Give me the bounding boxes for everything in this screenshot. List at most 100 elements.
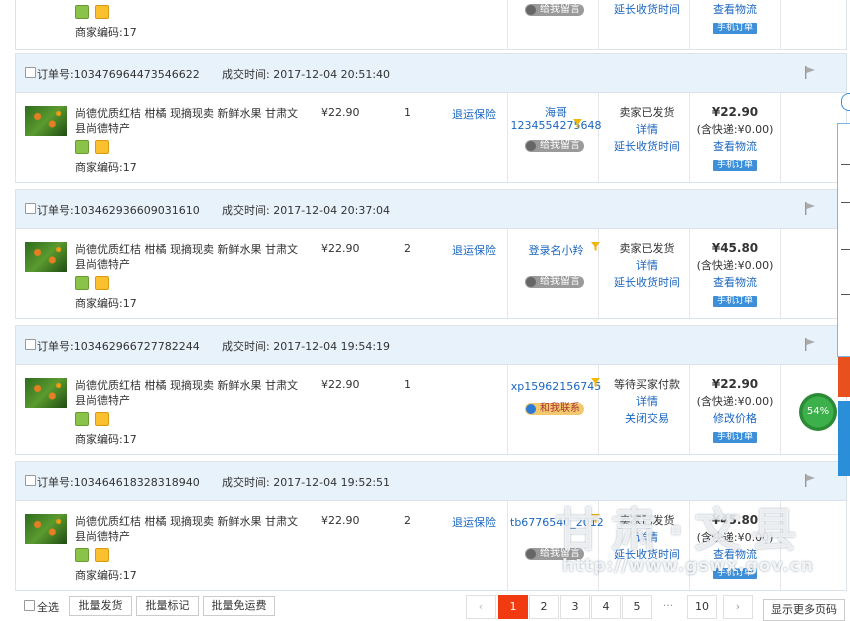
- flag-icon[interactable]: [804, 202, 816, 215]
- return-insurance-link[interactable]: 退运保险: [452, 242, 496, 258]
- buyer-name-link[interactable]: xp15962156745: [510, 380, 602, 393]
- details-link[interactable]: 详情: [636, 259, 658, 272]
- close-trade-link[interactable]: 关闭交易: [625, 412, 669, 425]
- page-button[interactable]: 4: [591, 595, 621, 619]
- order-body: 商家编码:17 给我留言 延长收货时间 查看物流 手机订单: [16, 0, 846, 49]
- buyer-name-link[interactable]: 海哥1234554275648: [510, 106, 602, 132]
- return-insurance-link[interactable]: 退运保险: [452, 514, 496, 530]
- message-icon: [526, 404, 536, 414]
- page-button[interactable]: 2: [529, 595, 559, 619]
- order-checkbox[interactable]: [25, 339, 36, 350]
- merchant-code: 商家编码:17: [75, 433, 137, 446]
- extend-receipt-link[interactable]: 延长收货时间: [614, 140, 680, 153]
- side-toggle-icon[interactable]: [841, 93, 850, 111]
- quality-badge-icon: [75, 140, 89, 154]
- product-title[interactable]: 尚德优质红桔 柑橘 现摘现卖 新鲜水果 甘肃文县尚德特产: [75, 378, 307, 408]
- page-button[interactable]: 1: [498, 595, 528, 619]
- quantity: 1: [404, 106, 411, 119]
- page-button[interactable]: 10: [687, 595, 717, 619]
- modify-price-link[interactable]: 修改价格: [713, 412, 757, 425]
- order-checkbox[interactable]: [25, 67, 36, 78]
- filter-icon[interactable]: [591, 378, 600, 387]
- order-checkbox[interactable]: [25, 475, 36, 486]
- deal-time: 成交时间: 2017-12-04 20:51:40: [222, 68, 391, 81]
- order-card: 订单号:103462936609031610 成交时间: 2017-12-04 …: [15, 189, 847, 319]
- prev-page-button[interactable]: ‹: [466, 595, 496, 619]
- watermark-text: 甘肃·文县: [555, 503, 807, 557]
- deal-time: 成交时间: 2017-12-04 19:52:51: [222, 476, 391, 489]
- promo-badge-icon: [95, 412, 109, 426]
- merchant-code: 商家编码:17: [75, 297, 137, 310]
- quality-badge-icon: [75, 412, 89, 426]
- batch-mark-button[interactable]: 批量标记: [136, 596, 199, 616]
- promo-badge-icon: [95, 140, 109, 154]
- unit-price: ¥22.90: [321, 106, 360, 119]
- manual-order-button[interactable]: 手机订单: [712, 432, 757, 443]
- page-button[interactable]: 3: [560, 595, 590, 619]
- leave-message-button[interactable]: 给我留言: [525, 276, 584, 288]
- page-button[interactable]: 5: [622, 595, 652, 619]
- order-body: 尚德优质红桔 柑橘 现摘现卖 新鲜水果 甘肃文县尚德特产 商家编码:17 ¥22…: [16, 93, 846, 182]
- manual-order-button[interactable]: 手机订单: [712, 296, 757, 307]
- contact-me-button[interactable]: 和我联系: [525, 403, 584, 415]
- extend-receipt-link[interactable]: 延长收货时间: [614, 276, 680, 289]
- total-price: ¥22.90: [711, 377, 759, 391]
- shipping-note: (含快递:¥0.00): [696, 259, 774, 272]
- leave-message-button[interactable]: 给我留言: [525, 4, 584, 16]
- details-link[interactable]: 详情: [636, 395, 658, 408]
- batch-ship-button[interactable]: 批量发货: [69, 596, 132, 616]
- show-more-pages-button[interactable]: 显示更多页码: [763, 599, 845, 621]
- buyer-name-link[interactable]: 登录名小羚: [510, 244, 602, 257]
- next-page-button[interactable]: ›: [723, 595, 753, 619]
- order-header: 订单号:103462966727782244 成交时间: 2017-12-04 …: [16, 326, 846, 365]
- product-title[interactable]: 尚德优质红桔 柑橘 现摘现卖 新鲜水果 甘肃文县尚德特产: [75, 106, 307, 136]
- flag-icon[interactable]: [804, 66, 816, 79]
- product-thumbnail[interactable]: [25, 378, 67, 408]
- return-insurance-link[interactable]: 退运保险: [452, 106, 496, 122]
- order-total: ¥45.80 (含快递:¥0.00) 查看物流 手机订单: [690, 240, 780, 308]
- shipping-note: (含快递:¥0.00): [696, 395, 774, 408]
- merchant-code: 商家编码:17: [75, 161, 137, 174]
- batch-free-shipping-button[interactable]: 批量免运费: [203, 596, 275, 616]
- deal-time: 成交时间: 2017-12-04 19:54:19: [222, 340, 391, 353]
- side-scroll-icon[interactable]: [838, 401, 850, 476]
- quality-badge-icon: [75, 5, 89, 19]
- unit-price: ¥22.90: [321, 514, 360, 527]
- flag-icon[interactable]: [804, 338, 816, 351]
- status-text: 等待买家付款: [614, 378, 680, 391]
- manual-order-button[interactable]: 手机订单: [712, 23, 757, 34]
- product-title[interactable]: 尚德优质红桔 柑橘 现摘现卖 新鲜水果 甘肃文县尚德特产: [75, 514, 307, 544]
- bottom-toolbar: 全选 批量发货 批量标记 批量免运费 ‹ 1 2 3 4 5 ··· 10 › 显示更多页码: [0, 594, 850, 621]
- filter-icon[interactable]: [591, 242, 600, 251]
- promo-badge-icon: [95, 276, 109, 290]
- order-status: 延长收货时间: [602, 1, 692, 18]
- quantity: 1: [404, 378, 411, 391]
- extend-receipt-link[interactable]: 延长收货时间: [614, 3, 680, 16]
- order-number: 订单号:103476964473546622: [37, 68, 200, 81]
- view-logistics-link[interactable]: 查看物流: [713, 276, 757, 289]
- message-icon: [526, 5, 536, 15]
- order-status: 卖家已发货 详情 延长收货时间: [602, 104, 692, 155]
- order-status: 等待买家付款 详情 关闭交易: [602, 376, 692, 427]
- details-link[interactable]: 详情: [636, 123, 658, 136]
- manual-order-button[interactable]: 手机订单: [712, 160, 757, 171]
- product-title[interactable]: 尚德优质红桔 柑橘 现摘现卖 新鲜水果 甘肃文县尚德特产: [75, 242, 307, 272]
- watermark-url: http://www.gswx.gov.cn: [562, 556, 814, 576]
- view-logistics-link[interactable]: 查看物流: [713, 140, 757, 153]
- select-all-checkbox[interactable]: [24, 600, 35, 611]
- order-checkbox[interactable]: [25, 203, 36, 214]
- side-panel-widget[interactable]: [837, 123, 850, 476]
- filter-icon[interactable]: [573, 119, 582, 128]
- order-status: 卖家已发货 详情 延长收货时间: [602, 240, 692, 291]
- side-action-icon[interactable]: [838, 357, 850, 397]
- view-logistics-link[interactable]: 查看物流: [713, 3, 757, 16]
- order-card: 订单号:103476964473546622 成交时间: 2017-12-04 …: [15, 53, 847, 183]
- shipping-note: (含快递:¥0.00): [696, 123, 774, 136]
- flag-icon[interactable]: [804, 474, 816, 487]
- product-thumbnail[interactable]: [25, 514, 67, 544]
- product-thumbnail[interactable]: [25, 106, 67, 136]
- leave-message-button[interactable]: 给我留言: [525, 140, 584, 152]
- order-body: 尚德优质红桔 柑橘 现摘现卖 新鲜水果 甘肃文县尚德特产 商家编码:17 ¥22…: [16, 365, 846, 454]
- promo-badge-icon: [95, 5, 109, 19]
- product-thumbnail[interactable]: [25, 242, 67, 272]
